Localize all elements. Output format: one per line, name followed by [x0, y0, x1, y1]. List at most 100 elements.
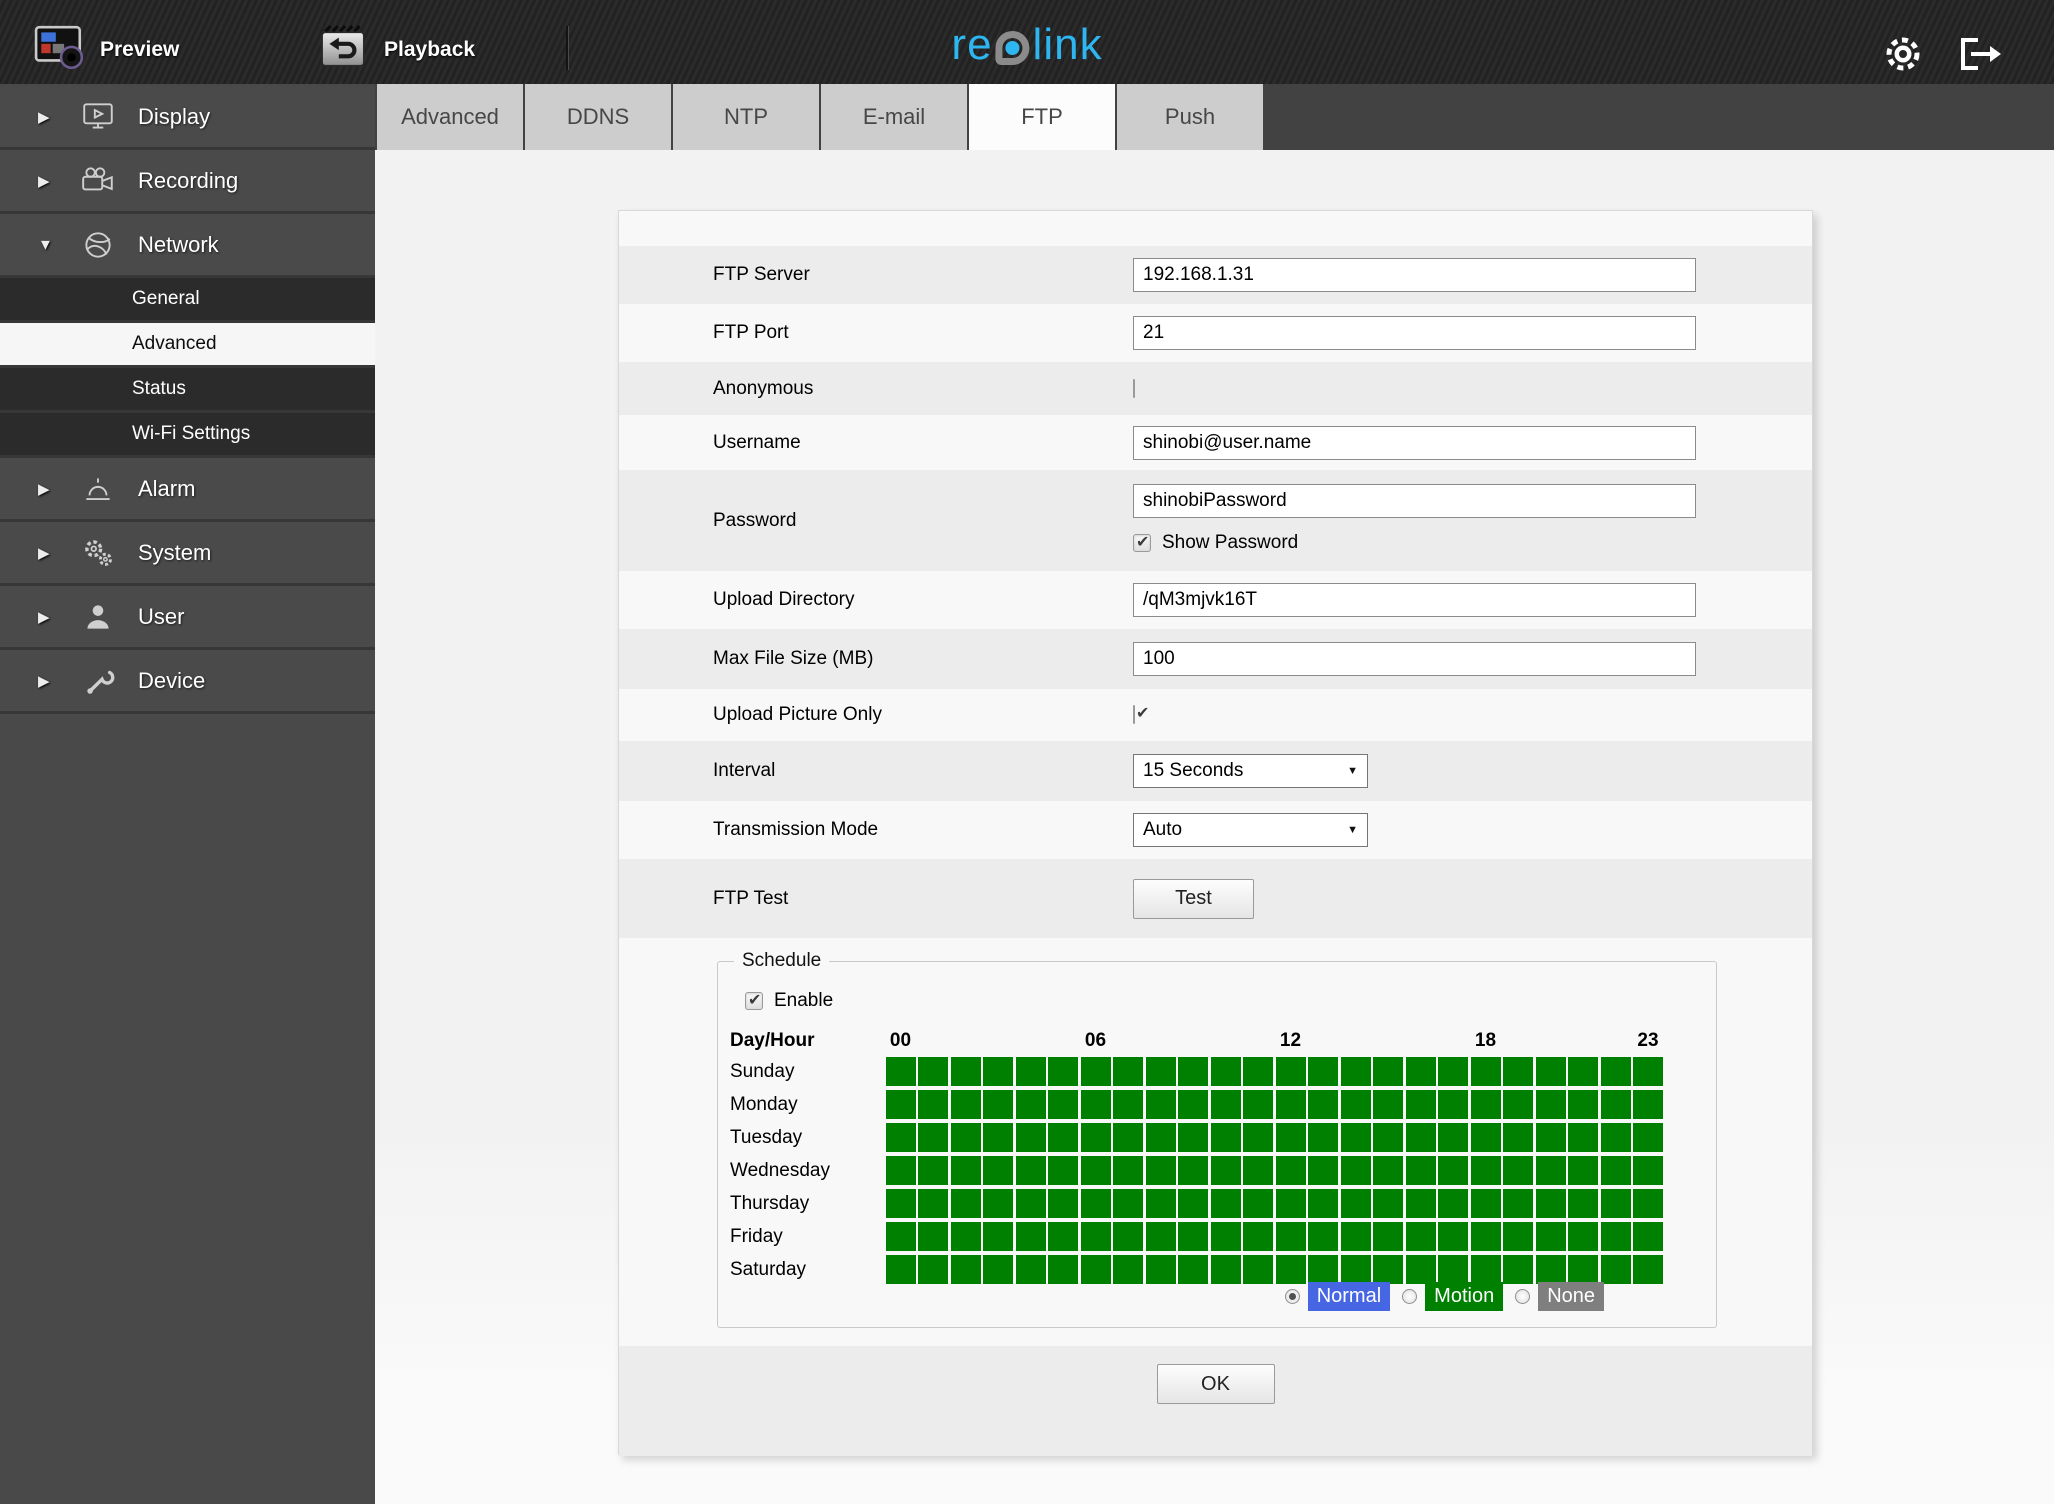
schedule-cell[interactable] — [1210, 1156, 1241, 1185]
schedule-cell[interactable] — [983, 1255, 1013, 1284]
schedule-cell[interactable] — [1080, 1222, 1111, 1251]
schedule-cell[interactable] — [983, 1057, 1013, 1086]
schedule-cell[interactable] — [1503, 1189, 1533, 1218]
schedule-cell[interactable] — [1275, 1255, 1306, 1284]
schedule-cell[interactable] — [1405, 1156, 1436, 1185]
schedule-cell[interactable] — [1308, 1222, 1338, 1251]
username-input[interactable] — [1133, 425, 1696, 460]
test-button[interactable]: Test — [1133, 878, 1254, 919]
schedule-cell[interactable] — [1015, 1156, 1046, 1185]
schedule-cell[interactable] — [918, 1057, 948, 1086]
schedule-cell[interactable] — [983, 1222, 1013, 1251]
schedule-cell[interactable] — [983, 1189, 1013, 1218]
schedule-cell[interactable] — [1600, 1156, 1631, 1185]
schedule-cell[interactable] — [950, 1255, 981, 1284]
schedule-cell[interactable] — [1178, 1090, 1208, 1119]
sidebar-item-wi-fi-settings[interactable]: Wi-Fi Settings — [0, 413, 375, 458]
schedule-cell[interactable] — [1405, 1255, 1436, 1284]
sidebar-item-system[interactable]: ▶ System — [0, 522, 375, 586]
schedule-cell[interactable] — [1080, 1156, 1111, 1185]
schedule-cell[interactable] — [1535, 1255, 1566, 1284]
sidebar-item-advanced[interactable]: Advanced — [0, 323, 375, 368]
schedule-cell[interactable] — [1275, 1123, 1306, 1152]
schedule-cell[interactable] — [1210, 1255, 1241, 1284]
schedule-cell[interactable] — [1308, 1189, 1338, 1218]
schedule-cell[interactable] — [1145, 1189, 1176, 1218]
schedule-cell[interactable] — [1633, 1057, 1663, 1086]
schedule-cell[interactable] — [1178, 1189, 1208, 1218]
schedule-cell[interactable] — [1113, 1057, 1143, 1086]
schedule-cell[interactable] — [1340, 1255, 1371, 1284]
schedule-cell[interactable] — [1048, 1090, 1078, 1119]
schedule-cell[interactable] — [1405, 1123, 1436, 1152]
sidebar-item-network[interactable]: ▼ Network — [0, 214, 375, 278]
schedule-cell[interactable] — [1048, 1255, 1078, 1284]
schedule-cell[interactable] — [1600, 1090, 1631, 1119]
show-password-checkbox[interactable] — [1133, 532, 1151, 552]
schedule-cell[interactable] — [1600, 1189, 1631, 1218]
sidebar-item-status[interactable]: Status — [0, 368, 375, 413]
schedule-cell[interactable] — [1243, 1123, 1273, 1152]
schedule-cell[interactable] — [1243, 1057, 1273, 1086]
sidebar-item-alarm[interactable]: ▶ Alarm — [0, 458, 375, 522]
tab-ftp[interactable]: FTP — [969, 84, 1115, 150]
schedule-cell[interactable] — [1633, 1189, 1663, 1218]
schedule-cell[interactable] — [1470, 1123, 1501, 1152]
schedule-cell[interactable] — [1600, 1057, 1631, 1086]
schedule-cell[interactable] — [1340, 1123, 1371, 1152]
schedule-cell[interactable] — [1470, 1189, 1501, 1218]
schedule-cell[interactable] — [1373, 1057, 1403, 1086]
schedule-cell[interactable] — [1210, 1123, 1241, 1152]
schedule-cell[interactable] — [1535, 1090, 1566, 1119]
schedule-cell[interactable] — [1633, 1222, 1663, 1251]
schedule-cell[interactable] — [1535, 1057, 1566, 1086]
schedule-cell[interactable] — [1015, 1255, 1046, 1284]
schedule-cell[interactable] — [1080, 1123, 1111, 1152]
tab-push[interactable]: Push — [1117, 84, 1263, 150]
sidebar-item-recording[interactable]: ▶ Recording — [0, 150, 375, 214]
schedule-cell[interactable] — [1373, 1255, 1403, 1284]
schedule-cell[interactable] — [1373, 1222, 1403, 1251]
schedule-cell[interactable] — [1568, 1255, 1598, 1284]
schedule-cell[interactable] — [1405, 1090, 1436, 1119]
schedule-cell[interactable] — [1113, 1255, 1143, 1284]
schedule-cell[interactable] — [1535, 1123, 1566, 1152]
ftp-port-input[interactable] — [1133, 316, 1696, 350]
schedule-cell[interactable] — [1470, 1090, 1501, 1119]
schedule-cell[interactable] — [1535, 1156, 1566, 1185]
schedule-cell[interactable] — [885, 1189, 916, 1218]
schedule-cell[interactable] — [1340, 1222, 1371, 1251]
schedule-cell[interactable] — [1373, 1189, 1403, 1218]
schedule-cell[interactable] — [1308, 1057, 1338, 1086]
schedule-cell[interactable] — [1048, 1189, 1078, 1218]
schedule-cell[interactable] — [1470, 1222, 1501, 1251]
schedule-cell[interactable] — [1145, 1156, 1176, 1185]
schedule-cell[interactable] — [983, 1090, 1013, 1119]
schedule-cell[interactable] — [1568, 1189, 1598, 1218]
schedule-cell[interactable] — [1373, 1156, 1403, 1185]
schedule-cell[interactable] — [1048, 1123, 1078, 1152]
schedule-cell[interactable] — [1080, 1189, 1111, 1218]
schedule-cell[interactable] — [1015, 1090, 1046, 1119]
ftp-server-input[interactable] — [1133, 258, 1696, 292]
tab-advanced[interactable]: Advanced — [377, 84, 523, 150]
schedule-cell[interactable] — [1405, 1189, 1436, 1218]
schedule-cell[interactable] — [1243, 1090, 1273, 1119]
schedule-cell[interactable] — [1438, 1156, 1468, 1185]
schedule-cell[interactable] — [885, 1057, 916, 1086]
schedule-cell[interactable] — [918, 1255, 948, 1284]
schedule-cell[interactable] — [918, 1189, 948, 1218]
schedule-cell[interactable] — [1080, 1255, 1111, 1284]
schedule-cell[interactable] — [1178, 1255, 1208, 1284]
schedule-cell[interactable] — [1145, 1057, 1176, 1086]
schedule-cell[interactable] — [1015, 1222, 1046, 1251]
schedule-cell[interactable] — [1243, 1255, 1273, 1284]
schedule-cell[interactable] — [1503, 1090, 1533, 1119]
schedule-cell[interactable] — [1568, 1222, 1598, 1251]
schedule-cell[interactable] — [1048, 1156, 1078, 1185]
mode-radio-normal[interactable] — [1284, 1289, 1300, 1304]
schedule-cell[interactable] — [918, 1090, 948, 1119]
schedule-cell[interactable] — [885, 1090, 916, 1119]
schedule-cell[interactable] — [1178, 1156, 1208, 1185]
schedule-cell[interactable] — [1080, 1090, 1111, 1119]
